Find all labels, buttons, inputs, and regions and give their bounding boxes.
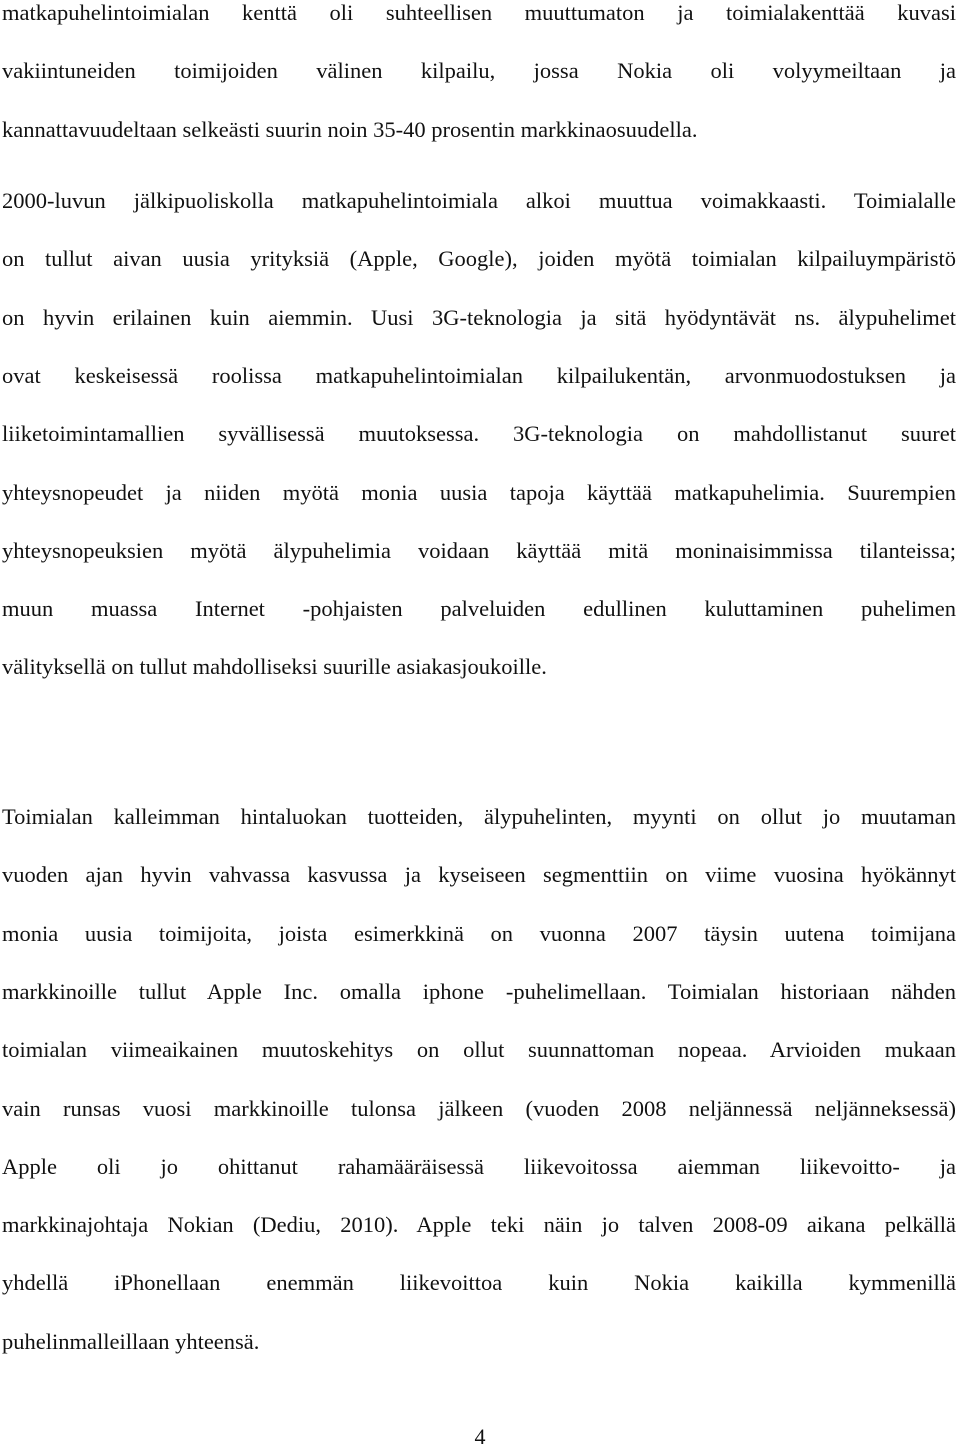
text-line: yhteysnopeuksien myötä älypuhelimia void… xyxy=(2,537,956,563)
text-line: kannattavuudeltaan selkeästi suurin noin… xyxy=(2,116,698,142)
text-line: on hyvin erilainen kuin aiemmin. Uusi 3G… xyxy=(2,304,956,330)
text-line: monia uusia toimijoita, joista esimerkki… xyxy=(2,920,956,946)
text-line: ovat keskeisessä roolissa matkapuhelinto… xyxy=(2,362,956,388)
text-line: matkapuhelintoimialan kenttä oli suhteel… xyxy=(2,0,956,25)
text-line: 2000-luvun jälkipuoliskolla matkapuhelin… xyxy=(2,188,956,213)
text-line: markkinoille tullut Apple Inc. omalla ip… xyxy=(2,978,956,1004)
text-line: puhelinmalleillaan yhteensä. xyxy=(2,1328,260,1354)
text-line: on tullut aivan uusia yrityksiä (Apple, … xyxy=(2,246,956,272)
text-line: vuoden ajan hyvin vahvassa kasvussa ja k… xyxy=(2,862,956,888)
text-line: muun muassa Internet -pohjaisten palvelu… xyxy=(2,596,956,622)
text-line: markkinajohtaja Nokian (Dediu, 2010). Ap… xyxy=(2,1212,956,1238)
page-number: 4 xyxy=(474,1424,486,1449)
text-line: välityksellä on tullut mahdolliseksi suu… xyxy=(2,654,547,680)
text-line: yhdellä iPhonellaan enemmän liikevoittoa… xyxy=(2,1270,956,1296)
text-line: yhteysnopeudet ja niiden myötä monia uus… xyxy=(2,479,956,505)
text-line: liiketoimintamallien syvällisessä muutok… xyxy=(2,421,956,447)
text-line: Apple oli jo ohittanut rahamääräisessä l… xyxy=(2,1153,956,1179)
text-line: vakiintuneiden toimijoiden välinen kilpa… xyxy=(2,58,956,84)
text-line: Toimialan kalleimman hintaluokan tuottei… xyxy=(2,804,956,829)
text-line: vain runsas vuosi markkinoille tulonsa j… xyxy=(2,1095,956,1121)
text-line: toimialan viimeaikainen muutoskehitys on… xyxy=(2,1037,956,1063)
